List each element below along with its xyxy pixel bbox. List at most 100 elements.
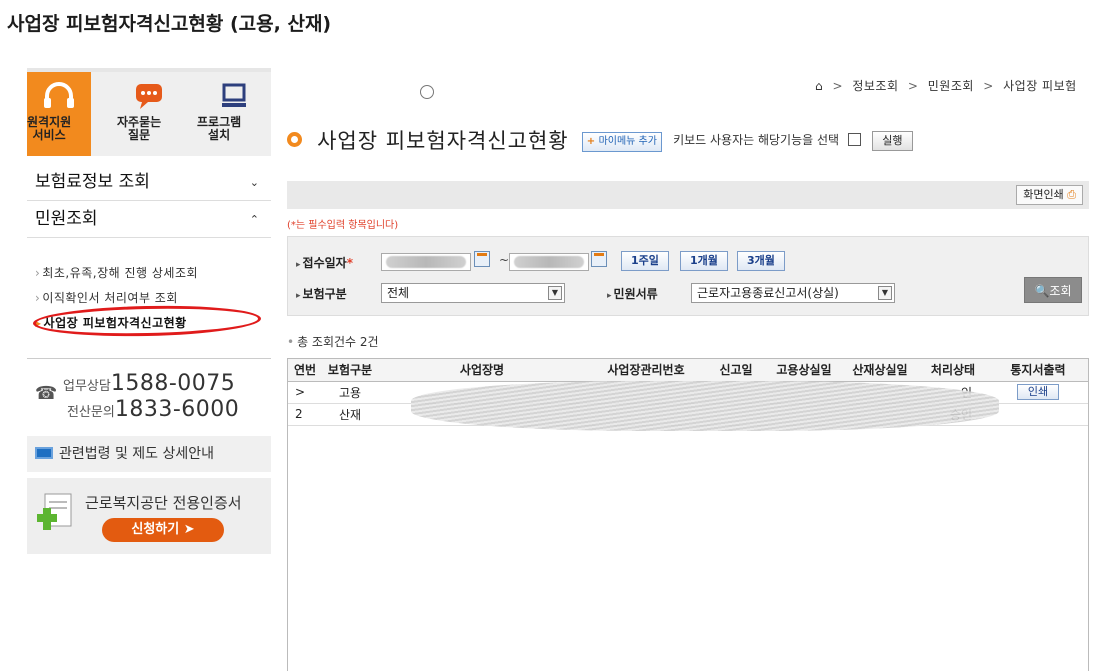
insurance-type-value: 전체 xyxy=(387,286,410,300)
quick-links: 원격지원 서비스 자주묻는 질문 프로그램 설치 xyxy=(27,68,271,156)
it-label: 전산문의 xyxy=(67,405,115,420)
breadcrumb: ⌂ > 정보조회 > 민원조회 > 사업장 피보험 xyxy=(815,77,1077,94)
arrow-circle-icon: ➤ xyxy=(183,522,195,537)
cert-apply-button[interactable]: 신청하기 ➤ xyxy=(102,518,224,542)
bullet-arrow-icon: › xyxy=(35,291,41,305)
law-book-icon xyxy=(35,447,53,459)
sidebar: 원격지원 서비스 자주묻는 질문 프로그램 설치 보험료정보 조회 ⌄ 민원조회… xyxy=(27,68,271,671)
menu-premium-info[interactable]: 보험료정보 조회 ⌄ xyxy=(27,164,271,201)
document-text: 민원서류 xyxy=(613,287,658,301)
active-arrow-icon: ▸ xyxy=(35,316,42,330)
col-header: 고용상실일 xyxy=(766,359,842,382)
it-number: 1833-6000 xyxy=(114,397,240,422)
dropdown-arrow-icon: ▼ xyxy=(548,286,562,300)
magnifier-icon: 🔍 xyxy=(1034,284,1050,298)
cert-title: 근로복지공단 전용인증서 xyxy=(85,494,242,512)
menu-premium-info-label: 보험료정보 조회 xyxy=(35,172,150,192)
document-select[interactable]: 근로자고용종료신고서(상실) ▼ xyxy=(691,283,895,303)
total-count: • 총 조회건수 2건 xyxy=(287,333,379,350)
bullet-icon: ▸ xyxy=(607,291,612,301)
breadcrumb-item[interactable]: 사업장 피보험 xyxy=(1003,79,1077,93)
start-date-input[interactable] xyxy=(381,253,471,271)
redacted-value xyxy=(514,256,584,268)
phone-icon: ☎ xyxy=(35,383,58,404)
insurance-type-select[interactable]: 전체 ▼ xyxy=(381,283,565,303)
submenu-item-insured-status[interactable]: ▸ 사업장 피보험자격신고현황 xyxy=(35,314,187,331)
period-1month-button[interactable]: 1개월 xyxy=(680,251,728,271)
receipt-date-label: ▸ 접수일자* xyxy=(296,254,353,271)
submenu-item-label: 사업장 피보험자격신고현황 xyxy=(43,316,187,330)
plus-icon: + xyxy=(586,136,599,147)
submenu-item-initial-detail[interactable]: › 최초,유족,장해 진행 상세조회 xyxy=(35,264,198,281)
menu-civil-inquiry[interactable]: 민원조회 ⌃ xyxy=(27,201,271,238)
cell-type: 고용 xyxy=(322,381,378,404)
monitor-icon xyxy=(222,83,246,107)
keyboard-note: 키보드 사용자는 해당기능을 선택 xyxy=(673,133,840,147)
headset-icon xyxy=(44,82,74,108)
search-panel: ▸ 접수일자* ~ 1주일 1개월 3개월 ▸ 보험구분 전체 ▼ ▸ 민원서류 근로자… xyxy=(287,236,1089,316)
insurance-type-label: ▸ 보험구분 xyxy=(296,285,347,302)
calendar-icon[interactable] xyxy=(474,251,490,267)
end-date-input[interactable] xyxy=(509,253,589,271)
faq-link[interactable]: 자주묻는 질문 xyxy=(117,72,181,156)
law-info-label: 관련법령 및 제도 상세안내 xyxy=(59,446,215,462)
table-header-row: 연번 보험구분 사업장명 사업장관리번호 신고일 고용상실일 산재상실일 처리상… xyxy=(288,359,1088,382)
col-header: 신고일 xyxy=(706,359,766,382)
bullet-icon: ▸ xyxy=(296,291,301,301)
page-title: 사업장 피보험자격신고현황 xyxy=(317,129,569,153)
consult-label: 업무상담 xyxy=(63,379,111,394)
breadcrumb-item[interactable]: 민원조회 xyxy=(928,79,974,93)
remote-support-label: 원격지원 서비스 xyxy=(27,115,72,142)
redaction-overlay xyxy=(411,381,999,431)
print-screen-label: 화면인쇄 xyxy=(1023,188,1064,201)
calendar-icon[interactable] xyxy=(591,251,607,267)
printer-icon: ⎙ xyxy=(1067,188,1076,201)
consult-number: 1588-0075 xyxy=(110,371,236,396)
required-note: (*는 필수입력 항목입니다) xyxy=(287,220,399,231)
document-value: 근로자고용종료신고서(상실) xyxy=(697,286,839,300)
breadcrumb-separator: > xyxy=(983,79,994,93)
cell-print xyxy=(988,403,1088,426)
insurance-type-text: 보험구분 xyxy=(302,287,347,301)
chevron-up-icon: ⌃ xyxy=(249,213,259,226)
cell-type: 산재 xyxy=(322,403,378,426)
menu-civil-inquiry-label: 민원조회 xyxy=(35,209,98,229)
breadcrumb-separator: > xyxy=(907,79,919,93)
radio-circle-icon xyxy=(420,85,434,99)
law-info-link[interactable]: 관련법령 및 제도 상세안내 xyxy=(27,436,271,472)
submenu-item-label: 최초,유족,장해 진행 상세조회 xyxy=(42,266,199,280)
cell-print: 인쇄 xyxy=(988,381,1088,404)
run-button[interactable]: 실행 xyxy=(872,131,913,151)
home-icon[interactable]: ⌂ xyxy=(815,79,823,93)
page-heading: 사업장 피보험자격신고현황 (고용, 산재) xyxy=(7,13,332,35)
cell-no: > xyxy=(288,381,322,404)
col-header: 연번 xyxy=(288,359,322,382)
chat-bubble-icon xyxy=(136,84,162,109)
breadcrumb-separator: > xyxy=(832,79,844,93)
search-button[interactable]: 🔍조회 xyxy=(1024,277,1082,303)
title-row: 사업장 피보험자격신고현황 + 마이메뉴 추가 키보드 사용자는 해당기능을 선… xyxy=(287,125,913,157)
consult-phone: 업무상담1588-0075 xyxy=(63,371,235,396)
faq-label: 자주묻는 질문 xyxy=(117,115,162,142)
breadcrumb-item[interactable]: 정보조회 xyxy=(852,79,898,93)
cert-apply-label: 신청하기 xyxy=(131,522,180,537)
contact-box: ☎ 업무상담1588-0075 전산문의1833-6000 xyxy=(27,363,271,433)
bullet-icon: ▸ xyxy=(296,260,301,270)
col-header: 보험구분 xyxy=(322,359,378,382)
keyboard-checkbox[interactable] xyxy=(848,133,862,146)
program-install-label: 프로그램 설치 xyxy=(197,115,242,142)
period-1week-button[interactable]: 1주일 xyxy=(621,251,669,271)
print-screen-button[interactable]: 화면인쇄 ⎙ xyxy=(1016,185,1083,205)
bullet-arrow-icon: › xyxy=(35,266,41,280)
add-mymenu-button[interactable]: + 마이메뉴 추가 xyxy=(581,132,662,152)
submenu-item-label: 이직확인서 처리여부 조회 xyxy=(42,291,178,305)
print-notice-button[interactable]: 인쇄 xyxy=(1016,384,1060,400)
redacted-value xyxy=(386,256,466,268)
remote-support-link[interactable]: 원격지원 서비스 xyxy=(27,72,91,156)
period-3month-button[interactable]: 3개월 xyxy=(737,251,785,271)
submenu-item-separation-check[interactable]: › 이직확인서 처리여부 조회 xyxy=(35,289,178,306)
col-header: 산재상실일 xyxy=(842,359,918,382)
cert-box: 근로복지공단 전용인증서 신청하기 ➤ xyxy=(27,478,271,554)
program-install-link[interactable]: 프로그램 설치 xyxy=(197,72,271,156)
total-count-text: 총 조회건수 2건 xyxy=(297,335,379,349)
